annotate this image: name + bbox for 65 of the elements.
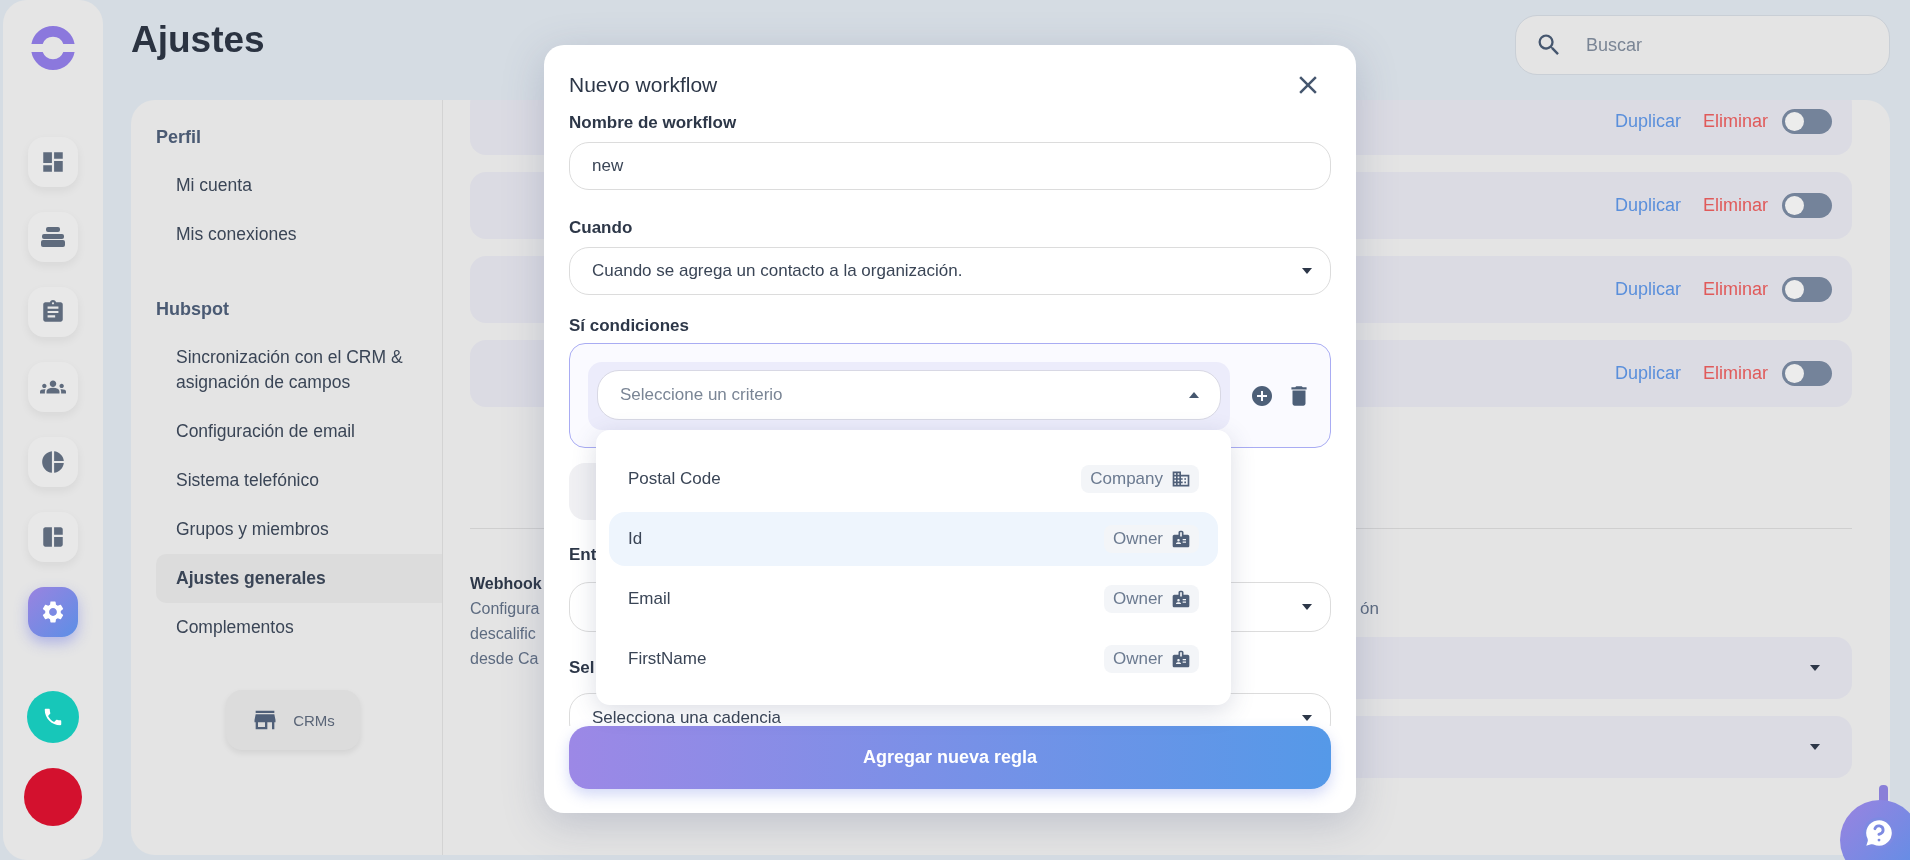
field-label: Cuando: [569, 217, 633, 239]
avatar[interactable]: [24, 768, 82, 826]
description-text: descalific: [470, 624, 536, 644]
settings-nav-item[interactable]: Grupos y miembros: [156, 505, 442, 554]
description-text: ón: [1360, 598, 1379, 620]
caret-icon: [1810, 744, 1820, 750]
nav-button[interactable]: [28, 212, 78, 262]
criterion-option[interactable]: Id Owner: [609, 512, 1218, 566]
entity-tag: Owner: [1103, 645, 1199, 673]
description-text: Configura: [470, 599, 540, 619]
field-label: Ent: [569, 544, 597, 566]
nav-button[interactable]: [28, 437, 78, 487]
toggle-switch[interactable]: [1782, 109, 1832, 134]
caret-icon: [1810, 665, 1820, 671]
settings-nav-item[interactable]: Mi cuenta: [156, 161, 442, 210]
nav-button[interactable]: [28, 512, 78, 562]
badge-icon: [1171, 589, 1191, 609]
section-title: Webhook: [470, 574, 542, 594]
entity-tag: Owner: [1103, 585, 1199, 613]
pie-chart-icon: [40, 449, 66, 475]
crms-button[interactable]: CRMs: [226, 690, 360, 750]
field-label: Nombre de workflow: [569, 112, 737, 134]
phone-icon: [42, 706, 64, 728]
dialog-title: Nuevo workflow: [569, 73, 718, 97]
toggle-switch[interactable]: [1782, 193, 1832, 218]
criterion-select[interactable]: Seleccione un criterio: [597, 369, 1221, 420]
name-field[interactable]: new: [569, 142, 1331, 190]
search-field[interactable]: Buscar: [1515, 15, 1890, 75]
nav-button[interactable]: [28, 587, 78, 637]
caret-icon: [1302, 715, 1312, 721]
settings-nav-item[interactable]: Sistema telefónico: [156, 456, 442, 505]
dashboard-icon: [40, 149, 66, 175]
toggle-switch[interactable]: [1782, 361, 1832, 386]
badge-icon: [1171, 649, 1191, 669]
settings-nav-item[interactable]: Ajustes generales: [156, 554, 442, 603]
clipboard-icon: [40, 299, 66, 325]
criterion-option[interactable]: Email Owner: [609, 572, 1218, 626]
description-text: desde Ca: [470, 649, 539, 669]
trigger-select[interactable]: Cuando se agrega un contacto a la organización.: [569, 247, 1331, 295]
layout-icon: [40, 524, 66, 550]
badge-icon: [1171, 529, 1191, 549]
settings-nav-item[interactable]: Sincronización con el CRM & asignación de campos: [156, 333, 442, 407]
caret-icon: [1302, 268, 1312, 274]
criterion-option[interactable]: FirstName Owner: [609, 632, 1218, 686]
caret-icon: [1302, 604, 1312, 610]
nav-button[interactable]: [28, 362, 78, 412]
settings-nav-item[interactable]: Complementos: [156, 603, 442, 652]
building-icon: [1171, 469, 1191, 489]
add-button[interactable]: [1250, 383, 1274, 408]
settings-nav-item[interactable]: Mis conexiones: [156, 210, 442, 259]
toggle-switch[interactable]: [1782, 277, 1832, 302]
section-heading: Hubspot: [156, 298, 230, 321]
tray-icon: [40, 226, 66, 248]
nav-button[interactable]: [28, 137, 78, 187]
entity-tag: Company: [1081, 465, 1199, 493]
help-icon: [1862, 816, 1896, 850]
settings-nav-item[interactable]: Configuración de email: [156, 407, 442, 456]
field-label: Sí condiciones: [569, 315, 689, 337]
section-heading: Perfil: [156, 126, 203, 149]
settings-icon: [40, 599, 66, 625]
criterion-option[interactable]: Postal Code Company: [609, 452, 1218, 506]
page-title: Ajustes: [131, 18, 265, 62]
nav-button[interactable]: [28, 287, 78, 337]
field-label: Sel: [569, 657, 595, 679]
entity-tag: Owner: [1103, 525, 1199, 553]
